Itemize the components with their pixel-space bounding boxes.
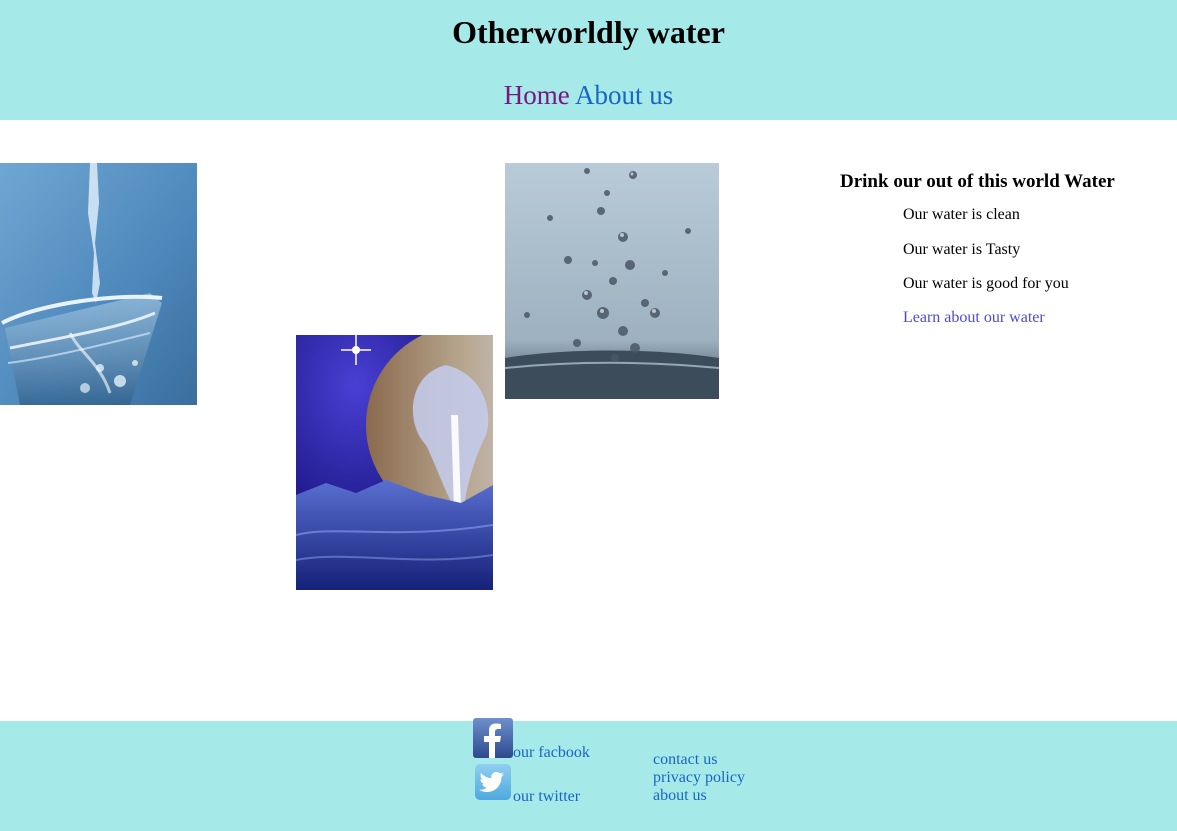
about-us-link[interactable]: about us bbox=[653, 787, 707, 804]
footer-links: contact us privacy policy about us bbox=[653, 751, 745, 805]
contact-us-link[interactable]: contact us bbox=[653, 751, 717, 768]
nav-link-home[interactable]: Home bbox=[504, 80, 570, 110]
twitter-icon[interactable] bbox=[475, 764, 511, 800]
moon-geyser-image bbox=[296, 335, 493, 590]
learn-about-water-link[interactable]: Learn about our water bbox=[903, 308, 1045, 328]
promo-item: Our water is Tasty bbox=[903, 240, 1021, 258]
twitter-link[interactable]: our twitter bbox=[513, 787, 580, 807]
main-nav: Home About us bbox=[0, 78, 1177, 112]
site-header: Otherworldly water Home About us bbox=[0, 0, 1177, 120]
footer-link-item: privacy policy bbox=[653, 769, 745, 787]
site-title: Otherworldly water bbox=[452, 14, 725, 50]
water-splash-image bbox=[505, 163, 719, 399]
promo-item: Our water is clean bbox=[903, 206, 1020, 223]
promo-title: Drink our out of this world Water bbox=[840, 171, 1115, 192]
promo-item: Our water is good for you bbox=[903, 275, 1069, 292]
facebook-icon[interactable] bbox=[473, 718, 513, 758]
water-glass-image bbox=[0, 163, 197, 405]
site-footer bbox=[0, 721, 1177, 831]
footer-link-item: contact us bbox=[653, 751, 745, 769]
privacy-policy-link[interactable]: privacy policy bbox=[653, 769, 745, 786]
nav-link-about-us[interactable]: About us bbox=[575, 80, 673, 110]
promo-list: Our water is clean Our water is Tasty Ou… bbox=[903, 205, 1069, 309]
footer-link-item: about us bbox=[653, 787, 745, 805]
facebook-link[interactable]: our facbook bbox=[513, 743, 590, 763]
